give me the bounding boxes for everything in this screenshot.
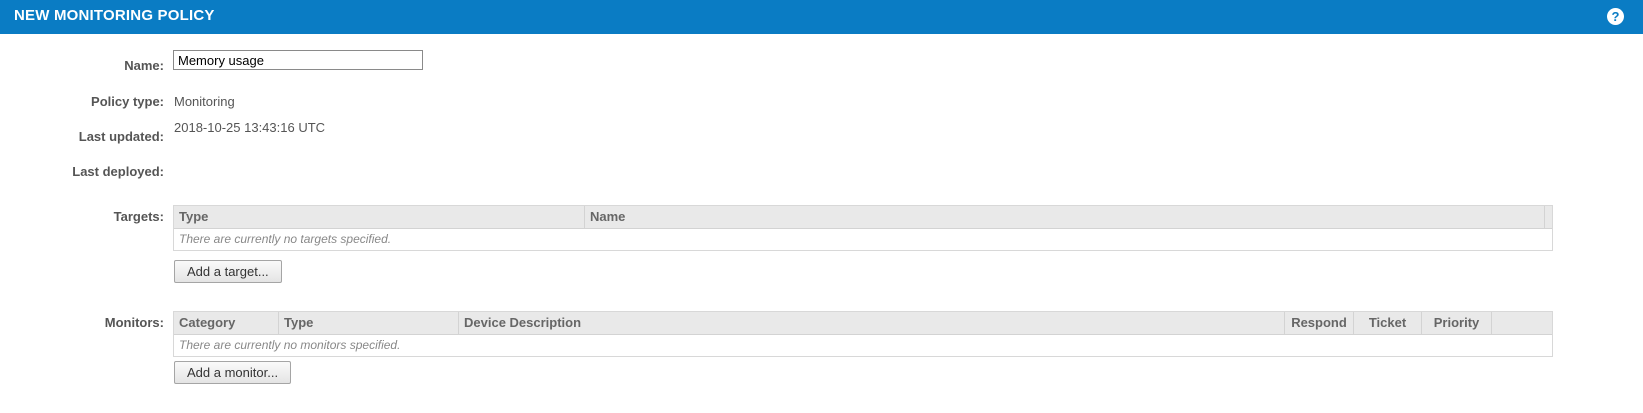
monitors-table: Category Type Device Description Respond… xyxy=(173,311,1553,357)
targets-table: Type Name There are currently no targets… xyxy=(173,205,1553,251)
add-monitor-button[interactable]: Add a monitor... xyxy=(174,361,292,384)
targets-col-type[interactable]: Type xyxy=(174,206,585,228)
monitors-col-priority[interactable]: Priority xyxy=(1422,312,1492,334)
monitors-col-device-description[interactable]: Device Description xyxy=(459,312,1285,334)
targets-col-name[interactable]: Name xyxy=(585,206,1545,228)
page-title: NEW MONITORING POLICY xyxy=(14,7,215,24)
last-deployed-label: Last deployed: xyxy=(72,164,164,179)
monitors-table-header: Category Type Device Description Respond… xyxy=(174,312,1552,335)
name-input[interactable] xyxy=(173,50,423,70)
monitors-col-ticket[interactable]: Ticket xyxy=(1354,312,1422,334)
name-label: Name: xyxy=(124,58,164,73)
policy-type-label: Policy type: xyxy=(91,94,164,109)
last-updated-label: Last updated: xyxy=(78,129,164,144)
add-target-button[interactable]: Add a target... xyxy=(174,260,282,283)
last-updated-value: 2018-10-25 13:43:16 UTC xyxy=(174,120,326,135)
page-header: NEW MONITORING POLICY ? xyxy=(0,0,1643,34)
monitors-col-respond[interactable]: Respond xyxy=(1285,312,1354,334)
monitors-label: Monitors: xyxy=(104,315,164,330)
targets-label: Targets: xyxy=(113,209,164,224)
policy-type-value: Monitoring xyxy=(174,94,235,109)
monitors-empty-message: There are currently no monitors specifie… xyxy=(179,338,401,352)
help-icon[interactable]: ? xyxy=(1607,8,1624,25)
targets-empty-message: There are currently no targets specified… xyxy=(179,232,392,246)
monitors-col-type[interactable]: Type xyxy=(279,312,459,334)
monitors-col-category[interactable]: Category xyxy=(174,312,279,334)
targets-table-header: Type Name xyxy=(174,206,1552,229)
